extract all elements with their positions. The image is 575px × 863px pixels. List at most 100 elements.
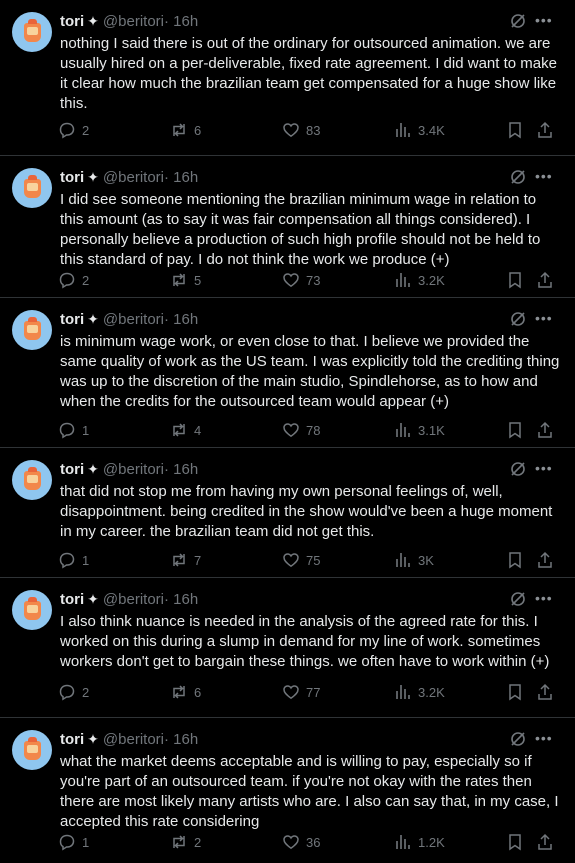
handle[interactable]: @beritori <box>103 591 164 608</box>
avatar[interactable] <box>12 730 52 770</box>
more-icon[interactable]: ••• <box>535 730 552 748</box>
share-button[interactable] <box>536 120 560 140</box>
tweet-header: tori ✦ @beritori · 16h <box>60 168 198 186</box>
reply-button[interactable]: 1 <box>58 420 89 440</box>
timestamp[interactable]: · 16h <box>164 731 198 748</box>
handle[interactable]: @beritori <box>103 13 164 30</box>
timestamp[interactable]: · 16h <box>164 591 198 608</box>
tweet-4[interactable]: tori ✦ @beritori · 16h ••• that did not … <box>0 448 575 578</box>
avatar[interactable] <box>12 12 52 52</box>
repost-button[interactable]: 4 <box>170 420 201 440</box>
action-bar: 2 5 73 3.2K <box>58 270 558 290</box>
timestamp[interactable]: · 16h <box>164 311 198 328</box>
tweet-text: what the market deems acceptable and is … <box>60 753 559 830</box>
reply-button[interactable]: 2 <box>58 682 89 702</box>
bookmark-button[interactable] <box>506 270 530 290</box>
reply-button[interactable]: 2 <box>58 120 89 140</box>
tweet-1[interactable]: tori ✦ @beritori · 16h ••• nothing I sai… <box>0 0 575 156</box>
like-button[interactable]: 75 <box>282 550 320 570</box>
bookmark-button[interactable] <box>506 420 530 440</box>
timestamp[interactable]: · 16h <box>164 461 198 478</box>
more-icon[interactable]: ••• <box>535 168 552 186</box>
handle[interactable]: @beritori <box>103 169 164 186</box>
heart-icon <box>283 685 299 700</box>
repost-button[interactable]: 6 <box>170 682 201 702</box>
views-button[interactable]: 1.2K <box>394 832 445 852</box>
repost-count: 6 <box>194 122 202 138</box>
sparkle-icon: ✦ <box>87 590 99 607</box>
grok-icon[interactable] <box>509 590 527 608</box>
bookmark-button[interactable] <box>506 550 530 570</box>
views-button[interactable]: 3.2K <box>394 270 445 290</box>
avatar[interactable] <box>12 460 52 500</box>
grok-icon[interactable] <box>509 310 527 328</box>
tweet-2[interactable]: tori ✦ @beritori · 16h ••• I did see som… <box>0 156 575 298</box>
action-bar: 2 6 77 3.2K <box>58 682 558 702</box>
grok-icon[interactable] <box>509 12 527 30</box>
avatar[interactable] <box>12 590 52 630</box>
reply-button[interactable]: 1 <box>58 832 89 852</box>
tweet-text: nothing I said there is out of the ordin… <box>60 35 557 112</box>
like-count: 78 <box>306 422 321 438</box>
grok-icon[interactable] <box>509 168 527 186</box>
like-button[interactable]: 78 <box>282 420 320 440</box>
like-button[interactable]: 73 <box>282 270 320 290</box>
display-name[interactable]: tori <box>60 169 84 186</box>
heart-icon <box>283 553 299 568</box>
view-count: 3.4K <box>418 122 445 138</box>
handle[interactable]: @beritori <box>103 311 164 328</box>
views-button[interactable]: 3.4K <box>394 120 445 140</box>
like-button[interactable]: 83 <box>282 120 320 140</box>
handle[interactable]: @beritori <box>103 461 164 478</box>
repost-button[interactable]: 7 <box>170 550 201 570</box>
like-count: 75 <box>306 552 321 568</box>
reply-button[interactable]: 2 <box>58 270 89 290</box>
display-name[interactable]: tori <box>60 461 84 478</box>
views-button[interactable]: 3.1K <box>394 420 445 440</box>
repost-button[interactable]: 6 <box>170 120 201 140</box>
grok-icon[interactable] <box>509 730 527 748</box>
more-icon[interactable]: ••• <box>535 460 552 478</box>
like-button[interactable]: 77 <box>282 682 320 702</box>
views-button[interactable]: 3.2K <box>394 682 445 702</box>
tweet-6[interactable]: tori ✦ @beritori · 16h ••• what the mark… <box>0 718 575 863</box>
heart-icon <box>283 123 299 138</box>
timestamp[interactable]: · 16h <box>164 13 198 30</box>
share-button[interactable] <box>536 682 560 702</box>
avatar[interactable] <box>12 310 52 350</box>
share-button[interactable] <box>536 270 560 290</box>
like-button[interactable]: 36 <box>282 832 320 852</box>
repost-count: 4 <box>194 422 202 438</box>
share-button[interactable] <box>536 550 560 570</box>
bookmark-button[interactable] <box>506 832 530 852</box>
handle[interactable]: @beritori <box>103 731 164 748</box>
display-name[interactable]: tori <box>60 13 84 30</box>
display-name[interactable]: tori <box>60 731 84 748</box>
views-button[interactable]: 3K <box>394 550 434 570</box>
views-icon <box>396 835 410 849</box>
display-name[interactable]: tori <box>60 591 84 608</box>
tweet-3[interactable]: tori ✦ @beritori · 16h ••• is minimum wa… <box>0 298 575 448</box>
like-count: 77 <box>306 684 321 700</box>
like-count: 83 <box>306 122 321 138</box>
share-button[interactable] <box>536 420 560 440</box>
bookmark-button[interactable] <box>506 682 530 702</box>
more-icon[interactable]: ••• <box>535 12 552 30</box>
sparkle-icon: ✦ <box>87 168 99 185</box>
display-name[interactable]: tori <box>60 311 84 328</box>
sparkle-icon: ✦ <box>87 730 99 747</box>
share-button[interactable] <box>536 832 560 852</box>
tweet-5[interactable]: tori ✦ @beritori · 16h ••• I also think … <box>0 578 575 718</box>
grok-icon[interactable] <box>509 460 527 478</box>
tweet-header: tori ✦ @beritori · 16h <box>60 12 198 30</box>
timestamp[interactable]: · 16h <box>164 169 198 186</box>
views-icon <box>396 273 410 287</box>
more-icon[interactable]: ••• <box>535 590 552 608</box>
reply-button[interactable]: 1 <box>58 550 89 570</box>
repost-button[interactable]: 5 <box>170 270 201 290</box>
more-icon[interactable]: ••• <box>535 310 552 328</box>
reply-icon <box>59 834 75 851</box>
bookmark-button[interactable] <box>506 120 530 140</box>
repost-button[interactable]: 2 <box>170 832 201 852</box>
avatar[interactable] <box>12 168 52 208</box>
